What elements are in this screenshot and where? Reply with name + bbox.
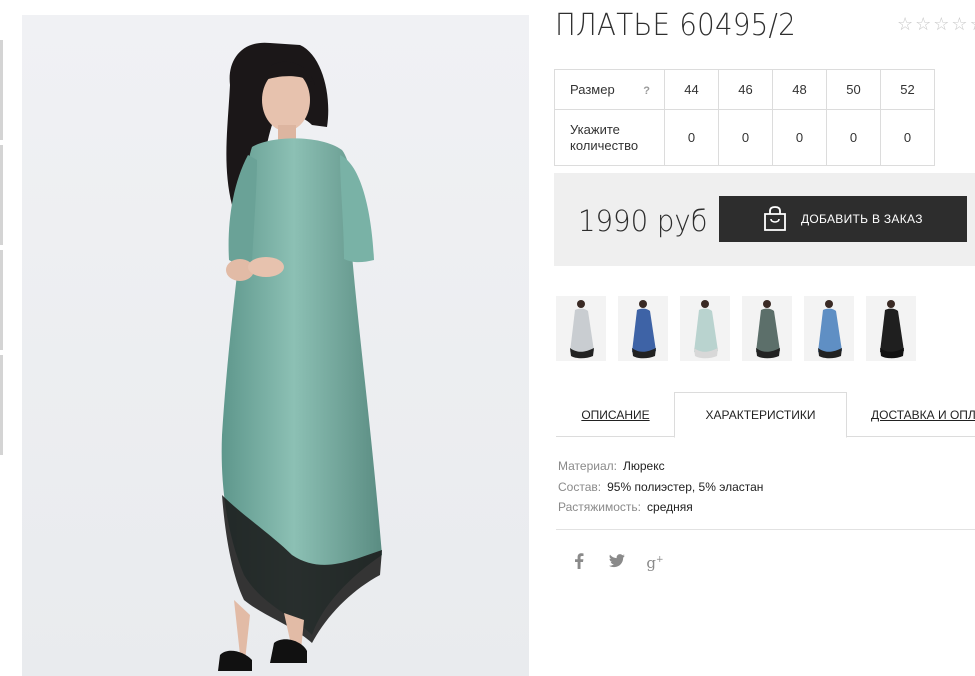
characteristics-list: Материал: Люрекс Состав: 95% полиэстер, 5%… bbox=[558, 456, 763, 518]
edge-segment bbox=[0, 145, 3, 245]
thumbnail-blue[interactable] bbox=[618, 296, 668, 361]
dress-thumbnail-image bbox=[756, 300, 780, 359]
size-cell: 50 bbox=[826, 69, 881, 110]
dress-model-illustration bbox=[218, 42, 382, 671]
thumbnail-mint[interactable] bbox=[680, 296, 730, 361]
facebook-glyph bbox=[575, 553, 584, 569]
spec-value: средняя bbox=[647, 500, 693, 514]
dress-thumbnail-image bbox=[694, 300, 718, 359]
left-edge-thumbnail-strip bbox=[0, 40, 3, 455]
quantity-input[interactable]: 0 bbox=[664, 109, 719, 166]
star-outline-icon[interactable]: ☆ bbox=[933, 14, 949, 34]
edge-segment bbox=[0, 40, 3, 140]
star-outline-icon[interactable]: ☆ bbox=[915, 14, 931, 34]
main-product-photo[interactable] bbox=[22, 15, 529, 676]
tab-delivery-payment[interactable]: ДОСТАВКА И ОПЛАТА bbox=[856, 392, 975, 437]
spec-row-stretch: Растяжимость: средняя bbox=[558, 497, 763, 518]
size-cell: 46 bbox=[718, 69, 773, 110]
dress-thumbnail-image bbox=[818, 300, 842, 359]
thumbnail-grey[interactable] bbox=[556, 296, 606, 361]
product-info-tabs: ОПИСАНИЕ ХАРАКТЕРИСТИКИ ДОСТАВКА И ОПЛАТ… bbox=[556, 392, 975, 438]
dress-thumbnail-image bbox=[880, 300, 904, 359]
thumbnail-light-blue[interactable] bbox=[804, 296, 854, 361]
tab-characteristics[interactable]: ХАРАКТЕРИСТИКИ bbox=[674, 392, 847, 438]
add-to-order-label: ДОБАВИТЬ В ЗАКАЗ bbox=[801, 212, 923, 226]
tab-description-label: ОПИСАНИЕ bbox=[581, 407, 650, 422]
spec-row-composition: Состав: 95% полиэстер, 5% эластан bbox=[558, 477, 763, 498]
size-cell: 44 bbox=[664, 69, 719, 110]
dress-thumbnail-image bbox=[570, 300, 594, 359]
add-to-order-button[interactable]: ДОБАВИТЬ В ЗАКАЗ bbox=[719, 196, 967, 242]
quantity-label: Укажите количество bbox=[554, 109, 665, 166]
spec-value: Люрекс bbox=[622, 459, 665, 473]
spec-key: Растяжимость: bbox=[558, 500, 642, 514]
product-price: 1990 руб bbox=[578, 204, 708, 238]
help-question-icon[interactable]: ? bbox=[643, 83, 650, 99]
spec-key: Состав: bbox=[558, 479, 602, 494]
spec-key: Материал: bbox=[558, 459, 617, 473]
quantity-input[interactable]: 0 bbox=[880, 109, 935, 166]
price-order-panel: 1990 руб ДОБАВИТЬ В ЗАКАЗ bbox=[554, 173, 975, 266]
star-outline-icon[interactable]: ☆ bbox=[897, 14, 913, 34]
product-title: ПЛАТЬЕ 60495/2 bbox=[555, 8, 796, 43]
thumbnail-green[interactable] bbox=[742, 296, 792, 361]
color-thumbnails bbox=[556, 296, 916, 361]
size-label-cell: Размер ? bbox=[554, 69, 665, 110]
size-row: Размер ? 44 46 48 50 52 bbox=[554, 69, 935, 110]
section-divider bbox=[556, 529, 975, 530]
twitter-icon[interactable] bbox=[608, 554, 626, 572]
social-share-links: g+ bbox=[570, 553, 664, 573]
spec-row-material: Материал: Люрекс bbox=[558, 456, 763, 477]
size-cell: 52 bbox=[880, 69, 935, 110]
quantity-row: Укажите количество 0 0 0 0 0 bbox=[554, 109, 935, 166]
size-label: Размер bbox=[570, 81, 615, 97]
edge-segment bbox=[0, 355, 3, 455]
tab-description[interactable]: ОПИСАНИЕ bbox=[556, 392, 675, 437]
dress-thumbnail-image bbox=[632, 300, 656, 359]
spec-value: 95% полиэстер, 5% эластан bbox=[607, 479, 764, 494]
quantity-input[interactable]: 0 bbox=[826, 109, 881, 166]
rating-stars[interactable]: ☆ ☆ ☆ ☆ ☆ bbox=[897, 14, 975, 34]
quantity-input[interactable]: 0 bbox=[772, 109, 827, 166]
google-plus-icon[interactable]: g+ bbox=[646, 554, 664, 572]
size-cell: 48 bbox=[772, 69, 827, 110]
tab-delivery-payment-label: ДОСТАВКА И ОПЛАТА bbox=[871, 407, 975, 422]
thumbnail-black[interactable] bbox=[866, 296, 916, 361]
quantity-input[interactable]: 0 bbox=[718, 109, 773, 166]
edge-segment bbox=[0, 250, 3, 350]
facebook-icon[interactable] bbox=[570, 553, 588, 573]
star-outline-icon[interactable]: ☆ bbox=[970, 14, 975, 34]
star-outline-icon[interactable]: ☆ bbox=[951, 14, 967, 34]
size-quantity-table: Размер ? 44 46 48 50 52 Укажите количест… bbox=[554, 69, 935, 166]
twitter-glyph bbox=[608, 554, 625, 568]
shopping-bag-icon bbox=[764, 206, 786, 231]
tab-characteristics-label: ХАРАКТЕРИСТИКИ bbox=[705, 408, 816, 422]
